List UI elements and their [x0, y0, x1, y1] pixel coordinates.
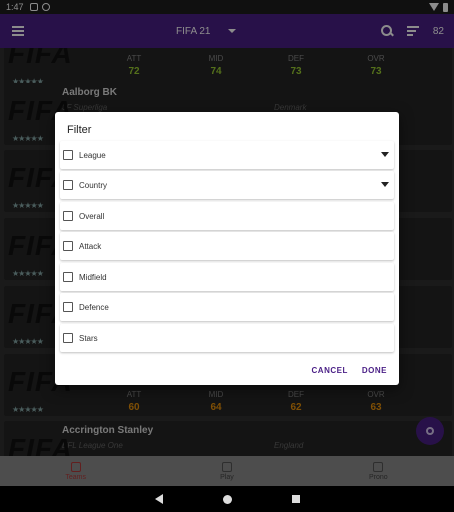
recents-icon[interactable]	[291, 495, 300, 503]
filter-row-midfield[interactable]: Midfield	[60, 263, 394, 291]
done-button[interactable]: DONE	[362, 366, 387, 375]
system-nav-bar	[0, 486, 454, 512]
filter-row-stars[interactable]: Stars	[60, 324, 394, 352]
dialog-title: Filter	[67, 124, 92, 136]
filter-label: Stars	[79, 333, 98, 343]
filter-label: Attack	[79, 241, 102, 251]
filter-row-attack[interactable]: Attack	[60, 232, 394, 260]
checkbox[interactable]	[63, 333, 73, 343]
cancel-button[interactable]: CANCEL	[312, 366, 348, 375]
filter-dialog: Filter League Country Overall Attack Mid…	[55, 112, 399, 385]
home-icon[interactable]	[222, 494, 232, 504]
filter-label: Country	[79, 180, 108, 190]
checkbox[interactable]	[63, 150, 73, 160]
filter-row-defence[interactable]: Defence	[60, 293, 394, 321]
filter-label: Midfield	[79, 272, 107, 282]
checkbox[interactable]	[63, 241, 73, 251]
filter-label: League	[79, 150, 106, 160]
filter-label: Defence	[79, 302, 109, 312]
dropdown-arrow-icon[interactable]	[381, 182, 389, 187]
dropdown-arrow-icon[interactable]	[381, 152, 389, 157]
filter-label: Overall	[79, 211, 105, 221]
filter-row-overall[interactable]: Overall	[60, 202, 394, 230]
checkbox[interactable]	[63, 180, 73, 190]
filter-row-country[interactable]: Country	[60, 171, 394, 199]
checkbox[interactable]	[63, 302, 73, 312]
filter-row-league[interactable]: League	[60, 141, 394, 169]
checkbox[interactable]	[63, 272, 73, 282]
checkbox[interactable]	[63, 211, 73, 221]
back-icon[interactable]	[154, 494, 163, 504]
